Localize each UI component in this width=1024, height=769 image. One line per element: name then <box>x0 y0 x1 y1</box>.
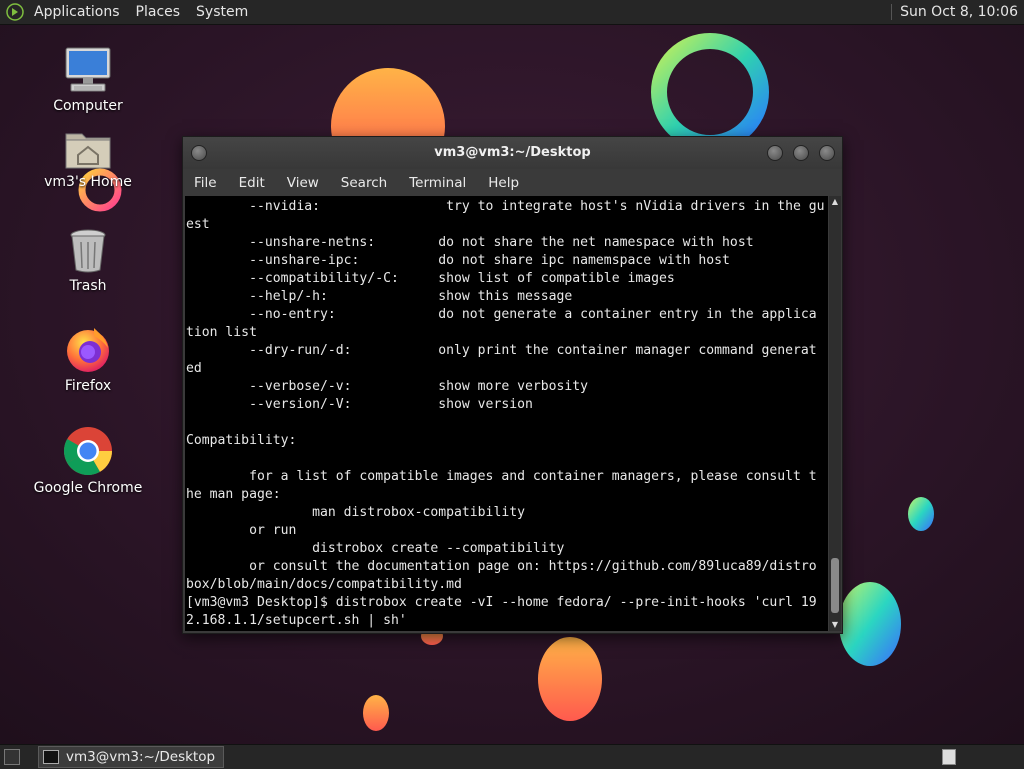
window-title: vm3@vm3:~/Desktop <box>434 145 591 160</box>
taskbar-item-terminal[interactable]: vm3@vm3:~/Desktop <box>38 746 225 768</box>
desktop-icon-label: Google Chrome <box>33 480 143 496</box>
system-menu[interactable]: System <box>188 0 256 24</box>
desktop-icon-trash[interactable]: Trash <box>33 228 143 294</box>
wallpaper-small-orange <box>363 695 389 731</box>
chrome-icon <box>63 427 112 476</box>
close-button[interactable] <box>819 145 835 161</box>
menu-edit[interactable]: Edit <box>228 175 276 191</box>
menu-help[interactable]: Help <box>477 175 530 191</box>
places-menu[interactable]: Places <box>128 0 189 24</box>
menu-view[interactable]: View <box>276 175 330 191</box>
terminal-output-area[interactable]: --nvidia: try to integrate host's nVidia… <box>185 196 828 631</box>
desktop-icon-chrome[interactable]: Google Chrome <box>33 426 143 496</box>
home-folder-icon <box>65 133 111 169</box>
computer-icon <box>65 47 111 92</box>
terminal-scrollbar[interactable]: ▲ ▼ <box>829 196 841 631</box>
applications-menu[interactable]: Applications <box>26 0 128 24</box>
applications-menu-icon[interactable] <box>6 3 24 21</box>
menu-terminal[interactable]: Terminal <box>398 175 477 191</box>
show-desktop-button[interactable] <box>4 749 20 765</box>
wallpaper-small-blue <box>908 497 934 531</box>
scroll-up-arrow-icon[interactable]: ▲ <box>829 196 841 208</box>
clock[interactable]: Sun Oct 8, 10:06 <box>900 4 1024 20</box>
desktop-icon-firefox[interactable]: Firefox <box>33 324 143 394</box>
scroll-down-arrow-icon[interactable]: ▼ <box>829 619 841 631</box>
wallpaper-blue-oval <box>839 582 901 666</box>
top-panel: Applications Places System Sun Oct 8, 10… <box>0 0 1024 25</box>
menu-search[interactable]: Search <box>330 175 398 191</box>
desktop-icon-label: Computer <box>53 98 123 114</box>
trash-icon <box>70 229 106 273</box>
desktop-icon-label: vm3's Home <box>44 174 132 190</box>
taskbar-item-label: vm3@vm3:~/Desktop <box>66 749 216 765</box>
wallpaper-orange-oval <box>538 637 602 721</box>
desktop-icon-computer[interactable]: Computer <box>33 46 143 114</box>
desktop-icon-home[interactable]: vm3's Home <box>33 128 143 190</box>
terminal-icon <box>43 750 59 764</box>
scrollbar-thumb[interactable] <box>831 558 839 613</box>
desktop-icon-label: Firefox <box>64 378 112 394</box>
bottom-panel: vm3@vm3:~/Desktop <box>0 744 1024 769</box>
window-titlebar[interactable]: vm3@vm3:~/Desktop <box>183 137 842 169</box>
terminal-window[interactable]: vm3@vm3:~/Desktop File Edit View Search … <box>182 136 843 634</box>
menu-file[interactable]: File <box>183 175 228 191</box>
terminal-menubar: File Edit View Search Terminal Help <box>183 169 842 196</box>
maximize-button[interactable] <box>793 145 809 161</box>
panel-separator <box>891 4 893 20</box>
firefox-icon <box>67 328 109 372</box>
workspace-switcher[interactable] <box>942 749 956 765</box>
minimize-button[interactable] <box>767 145 783 161</box>
desktop-icon-label: Trash <box>69 278 107 294</box>
terminal-output: --nvidia: try to integrate host's nVidia… <box>186 199 825 628</box>
